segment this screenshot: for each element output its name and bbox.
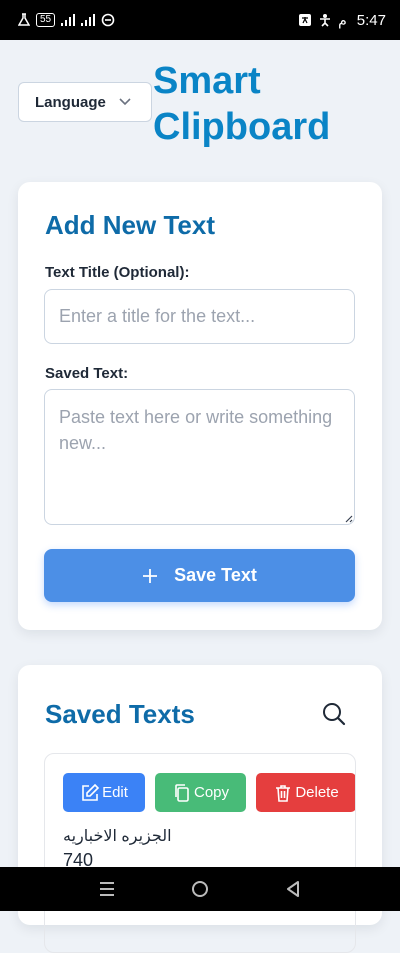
home-button[interactable] [180, 869, 220, 909]
edit-label: Edit [102, 784, 128, 801]
delete-label: Delete [295, 784, 339, 801]
plus-icon [142, 568, 158, 584]
copy-icon [175, 783, 189, 802]
copy-button[interactable]: Copy [155, 773, 246, 812]
text-input[interactable] [44, 389, 355, 525]
saved-text-item: Edit Copy Delete الجزيره الاخباريه 740 [44, 753, 356, 953]
back-button[interactable] [273, 869, 313, 909]
save-text-label: Save Text [174, 565, 257, 585]
translate-icon [298, 13, 312, 27]
status-bar: 55 م 5:47 [0, 0, 400, 40]
saved-texts-heading: Saved Texts [45, 699, 195, 729]
status-left: 55 [18, 13, 115, 27]
data-saver-icon [101, 13, 115, 27]
language-select[interactable]: Language [18, 82, 152, 122]
app-title: Smart Clipboard [153, 60, 331, 148]
language-select-label: Language [35, 93, 106, 111]
text-field-label: Saved Text: [45, 365, 129, 382]
search-icon [323, 703, 346, 726]
menu-icon [99, 882, 114, 896]
title-input[interactable] [44, 289, 355, 344]
clock: 5:47 [356, 11, 386, 29]
lab-icon [18, 13, 30, 27]
chevron-down-icon [118, 97, 132, 107]
battery-icon: 55 [36, 13, 56, 27]
edit-button[interactable]: Edit [63, 773, 145, 812]
saved-text-title: الجزيره الاخباريه [63, 828, 172, 845]
save-text-button[interactable]: Save Text [44, 549, 355, 602]
status-right: م 5:47 [298, 12, 386, 29]
add-text-heading: Add New Text [45, 210, 215, 240]
delete-button[interactable]: Delete [256, 773, 355, 812]
edit-icon [82, 783, 100, 801]
recents-button[interactable] [87, 869, 127, 909]
ampm-indicator: م [338, 11, 347, 28]
search-button[interactable] [318, 698, 350, 730]
navigation-bar [0, 867, 400, 911]
trash-icon [276, 784, 291, 802]
copy-label: Copy [193, 784, 230, 801]
title-field-label: Text Title (Optional): [45, 264, 190, 281]
back-triangle-icon [287, 881, 300, 897]
home-circle-icon [191, 881, 208, 897]
signal-icon [61, 14, 76, 26]
accessibility-icon [318, 13, 332, 27]
signal-icon [81, 14, 96, 26]
resize-grip-icon[interactable] [343, 513, 353, 523]
item-actions: Edit Copy Delete [63, 773, 355, 812]
add-text-card: Add New Text Text Title (Optional): Save… [18, 182, 382, 630]
